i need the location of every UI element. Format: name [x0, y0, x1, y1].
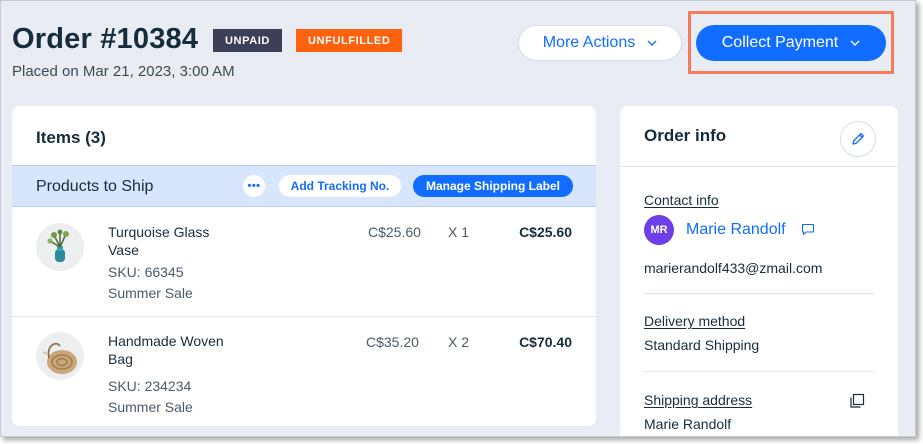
item-total: C$25.60 — [519, 224, 572, 240]
info-section-divider — [644, 293, 874, 294]
item-sku: SKU: 66345 — [108, 264, 184, 280]
product-thumbnail — [36, 332, 84, 380]
item-qty: X 2 — [448, 334, 470, 350]
collect-payment-button[interactable]: Collect Payment — [696, 25, 886, 61]
product-thumbnail — [36, 223, 84, 271]
collect-payment-label: Collect Payment — [721, 34, 839, 51]
order-placed-date: Placed on Mar 21, 2023, 3:00 AM — [12, 63, 235, 80]
delivery-method-value: Standard Shipping — [644, 337, 760, 353]
more-dots-icon[interactable]: ••• — [243, 175, 265, 197]
chevron-down-icon — [850, 40, 860, 46]
avatar: MR — [644, 215, 674, 245]
pencil-icon — [852, 132, 865, 145]
woven-bag-image — [42, 342, 77, 374]
item-total: C$70.40 — [519, 334, 572, 350]
fulfillment-status-badge: UNFULFILLED — [296, 29, 403, 52]
page-title: Order #10384 — [12, 23, 199, 55]
products-to-ship-label: Products to Ship — [36, 178, 154, 195]
delivery-method-label: Delivery method — [644, 313, 746, 329]
more-actions-button[interactable]: More Actions — [518, 25, 682, 61]
contact-info-label: Contact info — [644, 192, 719, 208]
list-item: Handmade Woven Bag SKU: 234234 Summer Sa… — [12, 316, 596, 426]
chat-bubble-icon[interactable] — [801, 223, 815, 236]
add-tracking-button[interactable]: Add Tracking No. — [279, 175, 401, 197]
payment-status-badge: UNPAID — [213, 29, 282, 52]
item-tag: Summer Sale — [108, 399, 193, 415]
items-card-title: Items (3) — [36, 128, 106, 147]
edit-order-info-button[interactable] — [840, 121, 876, 157]
contact-name-link[interactable]: Marie Randolf — [686, 221, 786, 239]
shipping-name: Marie Randolf — [644, 416, 732, 432]
item-name[interactable]: Turquoise Glass Vase — [108, 223, 238, 259]
shipping-address-label: Shipping address — [644, 392, 753, 408]
item-price: C$35.20 — [366, 334, 419, 350]
manage-shipping-label-button[interactable]: Manage Shipping Label — [413, 175, 573, 197]
contact-email: marierandolf433@zmail.com — [644, 260, 823, 276]
item-price: C$25.60 — [368, 224, 421, 240]
products-to-ship-bar: Products to Ship ••• Add Tracking No. Ma… — [12, 165, 596, 207]
item-name[interactable]: Handmade Woven Bag — [108, 332, 238, 368]
info-header-divider — [620, 166, 898, 167]
item-sku: SKU: 234234 — [108, 378, 192, 394]
info-section-divider — [644, 371, 874, 372]
chevron-down-icon — [647, 40, 657, 46]
order-page: Order #10384 UNPAID UNFULFILLED Placed o… — [0, 0, 916, 437]
item-tag: Summer Sale — [108, 285, 193, 301]
more-actions-label: More Actions — [542, 34, 636, 51]
vase-image — [47, 229, 69, 262]
copy-icon[interactable] — [849, 393, 865, 409]
order-info-title: Order info — [644, 126, 727, 145]
order-info-card: Order info Contact info MR Marie Randolf… — [620, 106, 898, 436]
items-card: Items (3) Products to Ship ••• Add Track… — [12, 106, 596, 426]
item-qty: X 1 — [448, 224, 470, 240]
list-item: Turquoise Glass Vase SKU: 66345 Summer S… — [12, 207, 596, 317]
